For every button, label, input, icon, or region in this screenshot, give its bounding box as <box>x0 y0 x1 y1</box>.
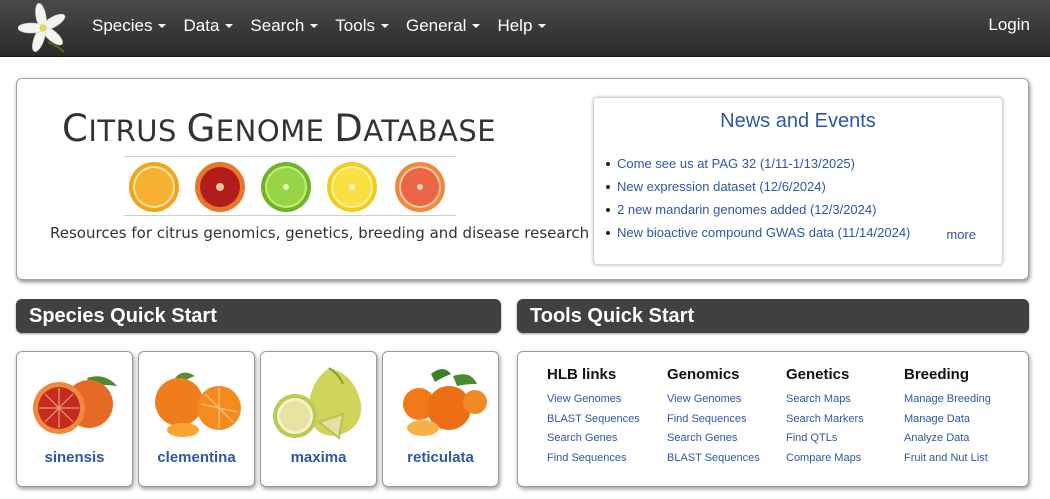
tool-link[interactable]: Find Sequences <box>547 452 640 472</box>
tools-column-title: Genomics <box>667 366 740 383</box>
tool-link[interactable]: Search Markers <box>786 413 864 433</box>
tools-column-breeding: Breeding Manage Breeding Manage Data Ana… <box>904 366 991 471</box>
title-part: D <box>334 107 364 150</box>
tools-column-genetics: Genetics Search Maps Search Markers Find… <box>786 366 864 471</box>
news-and-events-panel: News and Events Come see us at PAG 32 (1… <box>593 97 1003 265</box>
tool-link[interactable]: Search Genes <box>667 432 760 452</box>
news-item-link[interactable]: New expression dataset (12/6/2024) <box>606 179 910 202</box>
tool-link[interactable]: Search Genes <box>547 432 640 452</box>
nav-tools[interactable]: Tools <box>335 16 389 36</box>
mandarin-fruit-icon <box>403 369 487 436</box>
title-part: C <box>62 107 89 150</box>
tool-link[interactable]: Manage Breeding <box>904 393 991 413</box>
clementine-fruit-icon <box>155 372 241 437</box>
nav-general[interactable]: General <box>405 16 481 36</box>
caret-down-icon <box>158 24 167 28</box>
pomelo-fruit-icon <box>273 367 362 440</box>
tool-link[interactable]: View Genomes <box>547 393 640 413</box>
tool-link[interactable]: Analyze Data <box>904 432 991 452</box>
tool-link[interactable]: Compare Maps <box>786 452 864 472</box>
tools-column-genomics: Genomics View Genomes Find Sequences Sea… <box>667 366 760 471</box>
nav-tools-label: Tools <box>335 16 375 35</box>
citrus-flower-logo-icon[interactable] <box>17 2 68 54</box>
login-link[interactable]: Login <box>988 15 1030 35</box>
species-quick-start-header: Species Quick Start <box>16 299 501 333</box>
news-list: Come see us at PAG 32 (1/11-1/13/2025) N… <box>606 156 910 248</box>
tool-link[interactable]: BLAST Sequences <box>667 452 760 472</box>
news-item-link[interactable]: New bioactive compound GWAS data (11/14/… <box>606 225 910 248</box>
nav-data-label: Data <box>183 16 220 35</box>
species-card-clementina[interactable]: clementina <box>138 351 255 487</box>
tools-quick-start-panel: HLB links View Genomes BLAST Sequences S… <box>517 351 1029 487</box>
title-part: ATABASE <box>363 114 497 148</box>
title-part: ITRUS <box>88 114 187 148</box>
species-card-sinensis[interactable]: sinensis <box>16 351 133 487</box>
tools-quick-start-header: Tools Quick Start <box>517 299 1029 333</box>
species-card-reticulata[interactable]: reticulata <box>382 351 499 487</box>
tool-link[interactable]: Search Maps <box>786 393 864 413</box>
navbar: Species Data Search Tools General Help L… <box>0 0 1050 57</box>
lime-slice-icon <box>261 162 311 212</box>
tool-link[interactable]: Find Sequences <box>667 413 760 433</box>
tool-link[interactable]: Fruit and Nut List <box>904 452 991 472</box>
nav-search-label: Search <box>250 16 305 35</box>
species-name: sinensis <box>44 449 105 466</box>
nav-species-label: Species <box>92 16 153 35</box>
caret-down-icon <box>380 24 389 28</box>
site-tagline: Resources for citrus genomics, genetics,… <box>50 224 590 242</box>
caret-down-icon <box>310 24 319 28</box>
species-name: maxima <box>290 449 347 466</box>
orange-slice-icon <box>129 162 179 212</box>
lemon-slice-icon <box>327 162 377 212</box>
tool-link[interactable]: Manage Data <box>904 413 991 433</box>
blood-orange-fruit-icon <box>33 376 117 434</box>
news-more-link[interactable]: more <box>946 227 976 242</box>
tool-link[interactable]: BLAST Sequences <box>547 413 640 433</box>
title-part: ENOME <box>215 114 335 148</box>
species-name: reticulata <box>407 449 474 466</box>
tool-link[interactable]: View Genomes <box>667 393 760 413</box>
caret-down-icon <box>472 24 481 28</box>
grapefruit-slice-icon <box>395 162 445 212</box>
nav-help[interactable]: Help <box>497 16 547 36</box>
tools-column-hlb: HLB links View Genomes BLAST Sequences S… <box>547 366 640 471</box>
blood-orange-slice-icon <box>195 162 245 212</box>
title-part: G <box>186 107 216 150</box>
citrus-slices-banner <box>124 156 456 216</box>
nav-general-label: General <box>405 16 467 35</box>
hero-panel: CITRUS GENOME DATABASE Resources for cit… <box>16 78 1029 280</box>
nav-help-label: Help <box>497 16 533 35</box>
news-item-link[interactable]: 2 new mandarin genomes added (12/3/2024) <box>606 202 910 225</box>
caret-down-icon <box>538 24 547 28</box>
nav-species[interactable]: Species <box>92 16 167 36</box>
tools-column-title: Breeding <box>904 366 970 383</box>
caret-down-icon <box>225 24 234 28</box>
news-item-link[interactable]: Come see us at PAG 32 (1/11-1/13/2025) <box>606 156 910 179</box>
tools-column-title: Genetics <box>786 366 850 383</box>
nav-search[interactable]: Search <box>250 16 319 36</box>
news-title: News and Events <box>720 110 876 132</box>
tools-column-title: HLB links <box>547 366 617 383</box>
site-title: CITRUS GENOME DATABASE <box>62 107 496 150</box>
species-card-maxima[interactable]: maxima <box>260 351 377 487</box>
species-name: clementina <box>157 449 236 466</box>
main-nav-menu: Species Data Search Tools General Help <box>92 0 563 52</box>
tool-link[interactable]: Find QTLs <box>786 432 864 452</box>
nav-data[interactable]: Data <box>183 16 234 36</box>
